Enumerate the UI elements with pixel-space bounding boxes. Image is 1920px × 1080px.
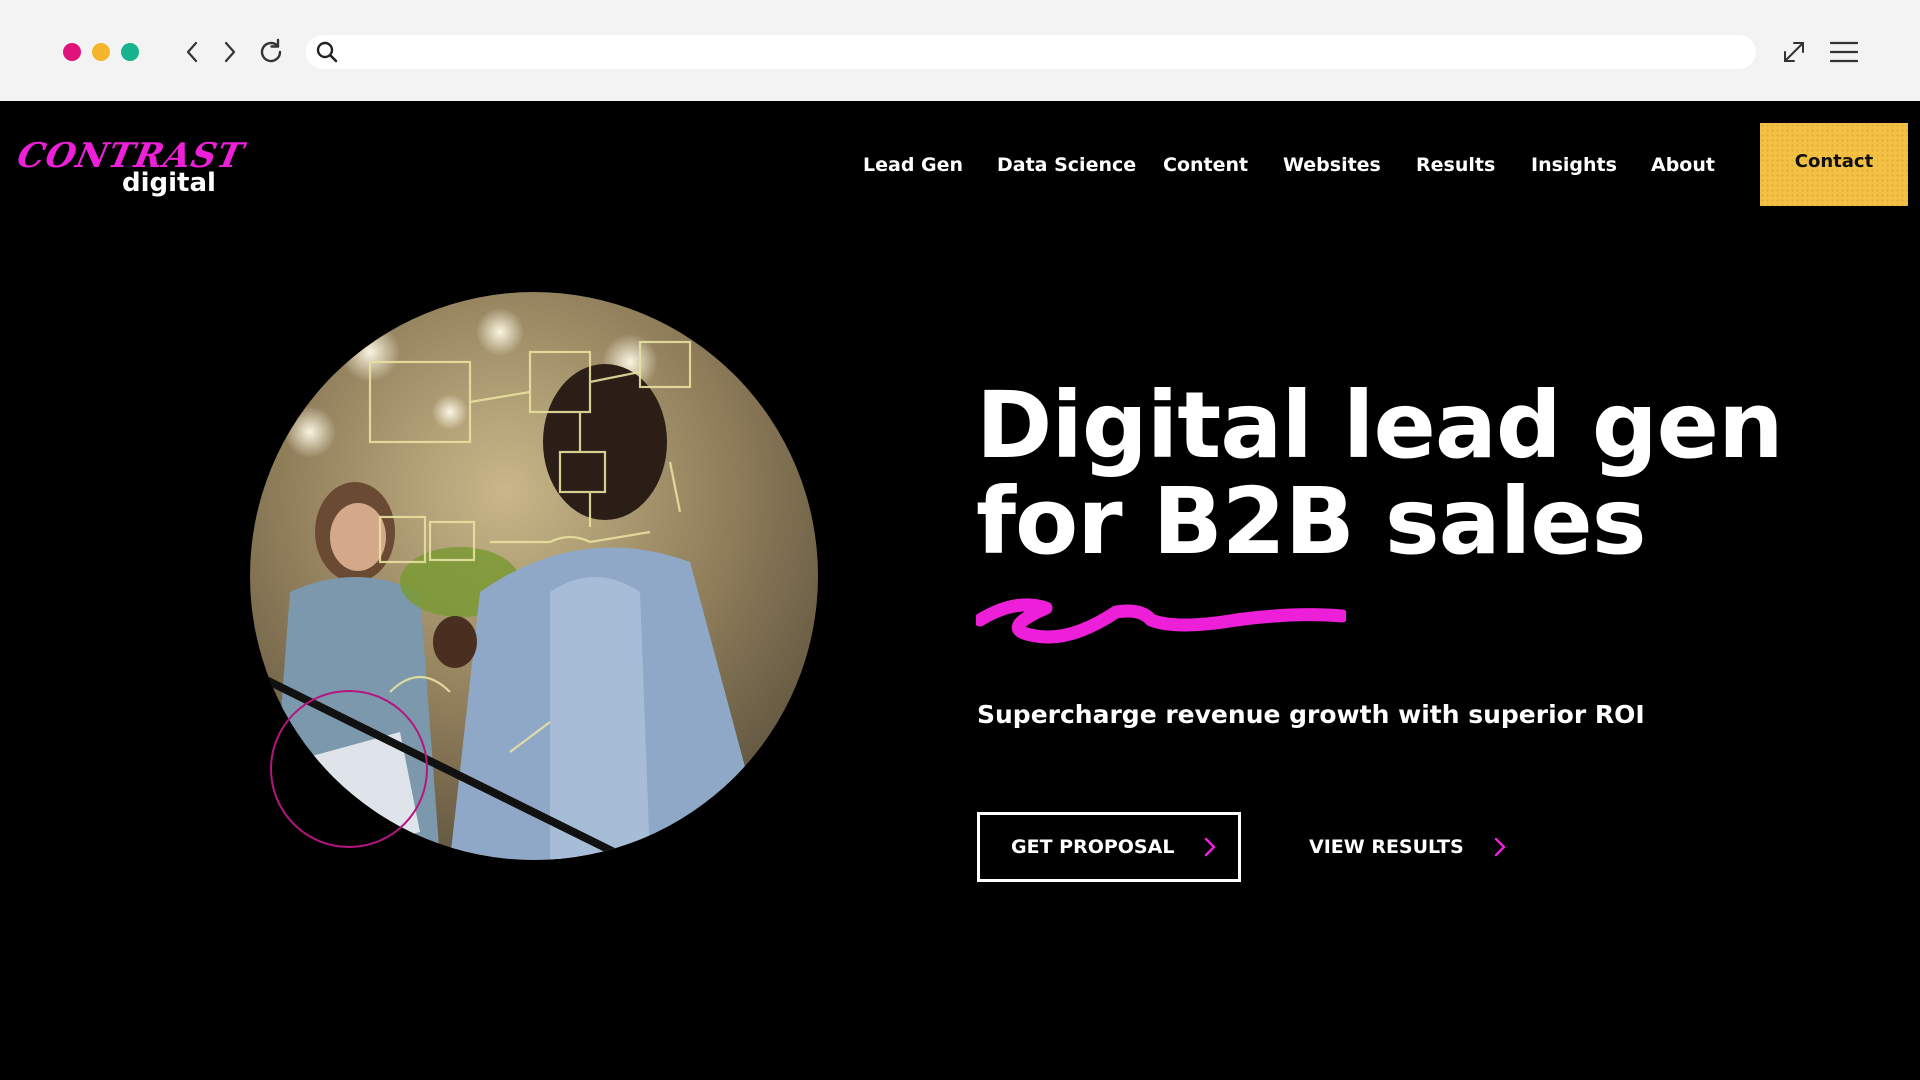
- window-maximize-button[interactable]: [121, 43, 139, 61]
- nav-item-insights[interactable]: Insights: [1531, 154, 1617, 176]
- nav-item-about[interactable]: About: [1651, 154, 1715, 176]
- reload-icon: [260, 38, 282, 63]
- site-logo[interactable]: CONTRAST digital: [14, 136, 248, 202]
- view-results-link[interactable]: VIEW RESULTS: [1309, 815, 1506, 879]
- window-minimize-button[interactable]: [92, 43, 110, 61]
- back-button[interactable]: [172, 32, 212, 72]
- expand-icon: [1784, 42, 1804, 62]
- chevron-right-icon: [1205, 837, 1216, 857]
- nav-item-lead-gen[interactable]: Lead Gen: [863, 154, 963, 176]
- view-results-label: VIEW RESULTS: [1309, 836, 1464, 858]
- hero-headline-line2: for B2B sales: [976, 468, 1646, 575]
- address-bar[interactable]: [306, 35, 1756, 69]
- window-close-button[interactable]: [63, 43, 81, 61]
- nav-item-results[interactable]: Results: [1416, 154, 1495, 176]
- menu-button[interactable]: [1824, 32, 1864, 72]
- nav-item-websites[interactable]: Websites: [1283, 154, 1381, 176]
- hero-headline: Digital lead gen for B2B sales: [976, 378, 1876, 570]
- hero-headline-line1: Digital lead gen: [976, 372, 1784, 479]
- get-proposal-label: GET PROPOSAL: [1011, 836, 1175, 858]
- search-icon: [316, 41, 338, 63]
- chevron-right-icon: [1494, 837, 1505, 857]
- reload-button[interactable]: [251, 32, 291, 72]
- decorative-ring: [270, 690, 428, 848]
- forward-button[interactable]: [210, 32, 250, 72]
- chevron-right-icon: [224, 41, 236, 63]
- hero-subheadline: Supercharge revenue growth with superior…: [977, 700, 1645, 729]
- get-proposal-button[interactable]: GET PROPOSAL: [977, 812, 1241, 882]
- browser-toolbar: [0, 0, 1920, 101]
- magenta-squiggle-decoration: [976, 598, 1346, 644]
- nav-item-data-science[interactable]: Data Science: [997, 154, 1136, 176]
- expand-button[interactable]: [1774, 32, 1814, 72]
- url-input[interactable]: [350, 39, 1734, 67]
- nav-item-content[interactable]: Content: [1163, 154, 1248, 176]
- chevron-left-icon: [186, 41, 198, 63]
- contact-button[interactable]: Contact: [1760, 123, 1908, 206]
- logo-wordmark-digital: digital: [122, 168, 216, 198]
- hamburger-menu-icon: [1830, 41, 1858, 63]
- contact-button-label: Contact: [1794, 151, 1874, 172]
